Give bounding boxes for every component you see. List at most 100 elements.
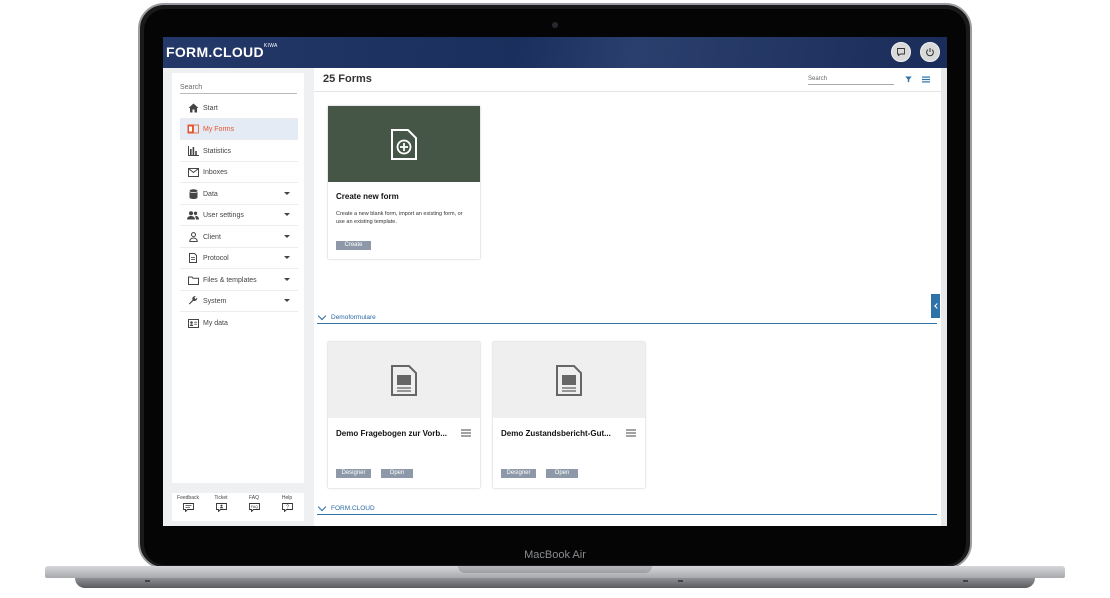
home-icon xyxy=(187,103,199,113)
laptop-foot xyxy=(963,580,968,582)
faq-button[interactable]: FAQ FAQ xyxy=(243,495,265,514)
document-icon xyxy=(556,364,582,396)
page-title: 25 Forms xyxy=(323,73,372,85)
laptop-brand-label: MacBook Air xyxy=(524,549,586,561)
scrollbar[interactable] xyxy=(941,68,947,526)
laptop-foot xyxy=(678,580,683,582)
sidebar-item-statistics[interactable]: Statistics xyxy=(180,141,298,162)
content-panel: 25 Forms Search Create new form Create a… xyxy=(314,68,941,526)
help-label: Help xyxy=(281,495,293,501)
menu-icon[interactable] xyxy=(626,429,636,437)
help-button[interactable]: Help ? xyxy=(276,495,298,514)
database-icon xyxy=(187,189,199,199)
ticket-label: Ticket xyxy=(214,495,228,501)
laptop-notch xyxy=(458,566,652,573)
create-card-image[interactable] xyxy=(328,106,480,182)
id-card-icon xyxy=(187,319,199,329)
sidebar-item-label: Data xyxy=(203,190,218,198)
create-form-card: Create new form Create a new blank form,… xyxy=(328,106,480,259)
document-icon xyxy=(391,364,417,396)
sidebar-search-input[interactable]: Search xyxy=(180,79,297,94)
section-title: FORM.CLOUD xyxy=(331,505,375,512)
form-card: Demo Zustandsbericht-Gut... Designer Ope… xyxy=(493,342,645,488)
person-icon xyxy=(187,232,199,242)
users-icon xyxy=(187,210,199,220)
open-button[interactable]: Open xyxy=(546,469,578,478)
sidebar-item-label: Start xyxy=(203,104,218,112)
section-header-form-cloud[interactable]: FORM.CLOUD xyxy=(317,502,937,515)
chevron-down-icon xyxy=(284,213,290,216)
sidebar-item-data[interactable]: Data xyxy=(180,184,298,205)
menu-icon[interactable] xyxy=(461,429,471,437)
section-title: Demoformulare xyxy=(331,314,376,321)
sidebar-item-label: My data xyxy=(203,320,228,327)
sidebar-item-start[interactable]: Start xyxy=(180,98,298,119)
sidebar-item-label: System xyxy=(203,297,227,305)
app-header: FORM.CLOUDKIWA xyxy=(163,37,947,68)
sidebar-item-label: Statistics xyxy=(203,147,232,155)
menu-icon[interactable] xyxy=(922,76,930,83)
app-logo[interactable]: FORM.CLOUDKIWA xyxy=(166,43,278,60)
sidebar-item-label: User settings xyxy=(203,211,244,219)
logo-superscript: KIWA xyxy=(263,43,278,49)
designer-button[interactable]: Designer xyxy=(501,469,536,478)
sidebar-item-label: Protocol xyxy=(203,254,229,262)
chat-button[interactable] xyxy=(891,42,911,62)
open-button[interactable]: Open xyxy=(381,469,413,478)
form-card-title: Demo Fragebogen zur Vorb... xyxy=(336,429,447,438)
sidebar-item-label: Client xyxy=(203,233,221,241)
form-card-image[interactable] xyxy=(328,342,480,418)
form-card: Demo Fragebogen zur Vorb... Designer Ope… xyxy=(328,342,480,488)
help-icon: ? xyxy=(281,503,293,513)
wrench-icon xyxy=(187,296,199,306)
create-card-description: Create a new blank form, import an exist… xyxy=(336,211,463,225)
svg-text:?: ? xyxy=(286,504,289,510)
camera xyxy=(552,22,558,28)
form-card-image[interactable] xyxy=(493,342,645,418)
sidebar-item-label: My Forms xyxy=(203,125,235,133)
screen: FORM.CLOUDKIWA Search Start My Forms Sta… xyxy=(163,37,947,526)
document-icon xyxy=(187,253,199,263)
filter-icon[interactable] xyxy=(905,76,912,83)
divider xyxy=(314,91,941,92)
sidebar-item-files-templates[interactable]: Files & templates xyxy=(180,270,298,291)
chevron-down-icon xyxy=(284,235,290,238)
sidebar-item-label: Files & templates xyxy=(203,276,257,284)
add-document-icon xyxy=(391,128,417,160)
forms-search-input[interactable]: Search xyxy=(808,74,894,85)
laptop-base-bottom xyxy=(75,578,1035,588)
chevron-left-icon xyxy=(933,303,940,309)
section-header-demoformulare[interactable]: Demoformulare xyxy=(317,311,937,324)
sidebar-item-my-forms[interactable]: My Forms xyxy=(180,119,298,140)
sidebar-item-inboxes[interactable]: Inboxes xyxy=(180,162,298,183)
power-button[interactable] xyxy=(920,42,940,62)
power-icon xyxy=(926,48,934,57)
sidebar-footer: Feedback Ticket FAQ FAQ Help ? xyxy=(172,493,304,521)
form-card-title: Demo Zustandsbericht-Gut... xyxy=(501,429,611,438)
chevron-down-icon xyxy=(284,192,290,195)
mail-icon xyxy=(187,167,199,177)
create-button[interactable]: Create xyxy=(336,241,371,250)
chevron-down-icon xyxy=(317,311,327,321)
designer-button[interactable]: Designer xyxy=(336,469,371,478)
forms-icon xyxy=(187,124,199,134)
sidebar-item-protocol[interactable]: Protocol xyxy=(180,248,298,269)
ticket-icon xyxy=(215,503,227,513)
folder-icon xyxy=(187,275,199,285)
chat-icon xyxy=(897,48,905,57)
sidebar-item-client[interactable]: Client xyxy=(180,227,298,248)
ticket-button[interactable]: Ticket xyxy=(210,495,232,514)
sidebar-item-my-data[interactable]: My data xyxy=(180,313,298,334)
feedback-button[interactable]: Feedback xyxy=(177,495,199,514)
sidebar-item-system[interactable]: System xyxy=(180,291,298,312)
panel-collapse-tab[interactable] xyxy=(931,294,940,318)
sidebar: Search Start My Forms Statistics Inboxes… xyxy=(172,73,304,483)
feedback-label: Feedback xyxy=(177,495,199,501)
sidebar-item-user-settings[interactable]: User settings xyxy=(180,205,298,226)
svg-text:FAQ: FAQ xyxy=(250,505,257,509)
feedback-icon xyxy=(182,503,194,513)
chevron-down-icon xyxy=(284,278,290,281)
faq-label: FAQ xyxy=(248,495,259,501)
chevron-down-icon xyxy=(284,256,290,259)
create-card-title: Create new form xyxy=(336,192,399,201)
